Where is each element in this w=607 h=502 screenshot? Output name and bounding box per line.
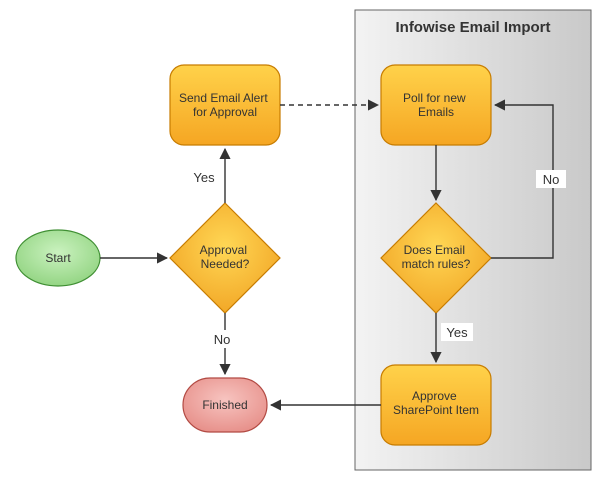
panel-title: Infowise Email Import bbox=[395, 19, 550, 36]
svg-text:Does Email match rules?: Does Email match rules? bbox=[402, 243, 471, 271]
approve-node: Approve SharePoint Item bbox=[381, 365, 491, 445]
send-alert-node: Send Email Alert for Approval bbox=[170, 65, 280, 145]
label-approval-yes: Yes bbox=[193, 170, 215, 185]
approval-needed-node: Approval Needed? bbox=[170, 203, 280, 313]
finished-label: Finished bbox=[202, 398, 247, 412]
start-label: Start bbox=[45, 251, 71, 265]
label-match-no: No bbox=[543, 172, 560, 187]
label-match-yes: Yes bbox=[446, 325, 468, 340]
flowchart-diagram: Infowise Email Import Start Approval Nee… bbox=[0, 0, 607, 502]
label-approval-no: No bbox=[214, 332, 231, 347]
svg-text:Approval Needed?: Approval Needed? bbox=[200, 243, 251, 271]
finished-node: Finished bbox=[183, 378, 267, 432]
poll-node: Poll for new Emails bbox=[381, 65, 491, 145]
start-node: Start bbox=[16, 230, 100, 286]
